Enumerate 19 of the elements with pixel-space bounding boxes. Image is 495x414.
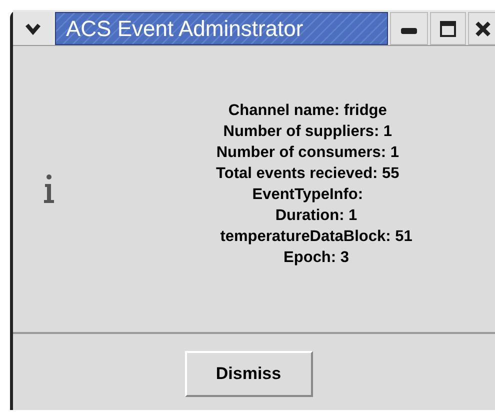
message-line: temperatureDataBlock: 51 [219,227,412,247]
message-line: Total events recieved: 55 [216,164,400,184]
minimize-icon [401,28,417,34]
message-line: Duration: 1 [274,206,358,226]
message-line: Channel name: fridge [228,101,387,121]
window-title: ACS Event Adminstrator [66,18,304,40]
window-menu-button[interactable] [13,12,53,45]
minimize-button[interactable] [390,12,428,45]
close-icon [475,20,491,36]
message-line: Number of suppliers: 1 [223,122,392,142]
info-icon [43,174,55,204]
chevron-down-icon [25,22,41,34]
message-line: Epoch: 3 [282,248,349,268]
maximize-button[interactable] [430,12,466,45]
message-line: EventTypeInfo: [252,185,364,205]
message-line: Number of consumers: 1 [216,143,399,163]
maximize-icon [440,20,456,36]
close-button[interactable] [468,12,495,45]
dismiss-button[interactable]: Dismiss [184,351,312,397]
